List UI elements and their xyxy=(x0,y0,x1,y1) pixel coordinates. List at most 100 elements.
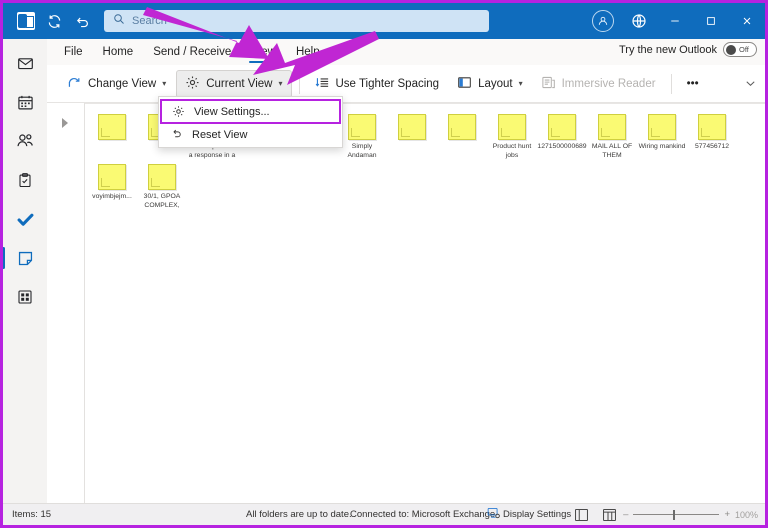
note-item[interactable]: Product hunt jobs xyxy=(487,110,537,160)
menu-item-reset-view-label: Reset View xyxy=(192,129,247,141)
outlook-window: Search xyxy=(0,0,768,528)
sidebar-item-more-apps[interactable] xyxy=(9,283,41,311)
status-items-count: Items: 15 xyxy=(12,509,51,520)
menu-item-view-settings[interactable]: View Settings... xyxy=(161,100,340,123)
layout-button[interactable]: Layout ▾ xyxy=(449,70,531,98)
tab-home-label: Home xyxy=(103,46,134,58)
sticky-note-icon xyxy=(148,164,176,190)
sidebar-item-people[interactable] xyxy=(9,127,41,155)
zoom-in-button[interactable]: + xyxy=(724,509,730,520)
sticky-note-icon xyxy=(598,114,626,140)
tab-view-label: View xyxy=(251,46,276,58)
sidebar-item-mail[interactable] xyxy=(9,49,41,77)
note-item[interactable]: 1271500000689 xyxy=(537,110,587,160)
sidebar-item-todo[interactable] xyxy=(9,205,41,233)
layout-icon xyxy=(457,75,472,93)
sidebar-item-tasks[interactable] xyxy=(9,166,41,194)
current-view-button[interactable]: Current View ▾ xyxy=(176,70,291,98)
note-item[interactable] xyxy=(87,110,137,160)
tab-send-receive-label: Send / Receive xyxy=(153,46,231,58)
zoom-slider-thumb[interactable] xyxy=(673,510,675,520)
avatar xyxy=(592,10,614,32)
note-item-label: MAIL ALL OF THEM xyxy=(587,143,637,160)
note-item[interactable]: 577456712 xyxy=(687,110,737,160)
zoom-level-label: 100% xyxy=(735,510,759,520)
ribbon-area: File Home Send / Receive View Help Try t… xyxy=(47,39,765,103)
display-settings-label: Display Settings xyxy=(503,509,571,520)
use-tighter-spacing-label: Use Tighter Spacing xyxy=(336,78,440,90)
account-avatar[interactable] xyxy=(585,3,621,39)
tab-send-receive[interactable]: Send / Receive xyxy=(144,40,240,64)
sticky-note-icon xyxy=(348,114,376,140)
close-button[interactable] xyxy=(729,3,765,39)
search-placeholder-text: Search xyxy=(132,15,167,27)
tab-file[interactable]: File xyxy=(55,40,92,64)
change-view-button[interactable]: Change View ▾ xyxy=(59,70,174,98)
tab-help[interactable]: Help xyxy=(287,40,329,64)
try-new-outlook[interactable]: Try the new Outlook Off xyxy=(619,42,757,57)
note-item[interactable] xyxy=(437,110,487,160)
sticky-note-icon xyxy=(498,114,526,140)
note-item[interactable] xyxy=(387,110,437,160)
note-item[interactable]: Simply Andaman xyxy=(337,110,387,160)
globe-icon[interactable] xyxy=(621,3,657,39)
overflow-icon: ••• xyxy=(687,78,699,90)
ribbon-overflow-button[interactable]: ••• xyxy=(679,70,707,98)
sticky-note-icon xyxy=(398,114,426,140)
sync-icon[interactable] xyxy=(41,8,67,34)
note-item[interactable]: 30/1, GPOA COMPLEX, xyxy=(137,160,187,210)
try-new-outlook-label: Try the new Outlook xyxy=(619,44,717,56)
immersive-reader-label: Immersive Reader xyxy=(562,78,656,90)
zoom-slider[interactable] xyxy=(633,510,719,520)
gear-icon xyxy=(185,75,200,93)
chevron-down-icon: ▾ xyxy=(519,79,523,88)
note-item[interactable]: MAIL ALL OF THEM xyxy=(587,110,637,160)
note-item[interactable]: Wiring mankind xyxy=(637,110,687,160)
sidebar-item-calendar[interactable] xyxy=(9,88,41,116)
zoom-out-button[interactable]: – xyxy=(623,509,628,520)
notes-list-pane[interactable]: Please provide a response in aSimply And… xyxy=(85,103,765,504)
sticky-note-icon xyxy=(448,114,476,140)
app-rail xyxy=(3,39,47,522)
status-bar: Items: 15 All folders are up to date. Co… xyxy=(3,503,765,525)
normal-view-icon[interactable] xyxy=(602,508,617,522)
try-new-outlook-toggle[interactable]: Off xyxy=(723,42,757,57)
undo-icon[interactable] xyxy=(69,8,95,34)
sidebar-item-notes[interactable] xyxy=(9,244,41,272)
immersive-reader-button[interactable]: Immersive Reader xyxy=(533,70,664,98)
note-item-label: Product hunt jobs xyxy=(487,143,537,160)
search-input[interactable]: Search xyxy=(104,10,489,32)
folder-pane-collapsed[interactable] xyxy=(47,103,85,504)
tab-view[interactable]: View xyxy=(242,40,285,64)
tighter-spacing-icon xyxy=(315,75,330,93)
note-item[interactable]: voyimbjejm... xyxy=(87,160,137,210)
status-sync-text: All folders are up to date. xyxy=(246,509,352,520)
toggle-knob xyxy=(726,45,736,55)
title-bar: Search xyxy=(3,3,765,39)
outlook-logo-icon xyxy=(13,8,39,34)
use-tighter-spacing-button[interactable]: Use Tighter Spacing xyxy=(307,70,448,98)
tab-file-label: File xyxy=(64,46,83,58)
gear-icon xyxy=(171,105,185,118)
display-settings-icon xyxy=(487,507,500,522)
ribbon-divider xyxy=(671,74,672,94)
change-view-label: Change View xyxy=(88,78,156,90)
change-view-icon xyxy=(67,75,82,93)
layout-label: Layout xyxy=(478,78,513,90)
maximize-button[interactable] xyxy=(693,3,729,39)
tab-home[interactable]: Home xyxy=(94,40,143,64)
note-item-label: 577456712 xyxy=(687,143,737,152)
reading-view-icon[interactable] xyxy=(574,508,589,522)
menu-item-reset-view[interactable]: Reset View xyxy=(159,123,342,146)
zoom-control[interactable]: – + 100% xyxy=(623,509,759,520)
ribbon-collapse-icon[interactable] xyxy=(744,77,757,93)
immersive-reader-icon xyxy=(541,75,556,93)
minimize-button[interactable] xyxy=(657,3,693,39)
sticky-note-icon xyxy=(698,114,726,140)
display-settings-button[interactable]: Display Settings xyxy=(487,507,571,522)
note-item-label: Wiring mankind xyxy=(637,143,687,152)
view-switch-buttons xyxy=(574,508,617,522)
note-item-label: 30/1, GPOA COMPLEX, xyxy=(137,193,187,210)
expand-folder-pane-icon[interactable] xyxy=(61,118,69,130)
tab-help-label: Help xyxy=(296,46,320,58)
